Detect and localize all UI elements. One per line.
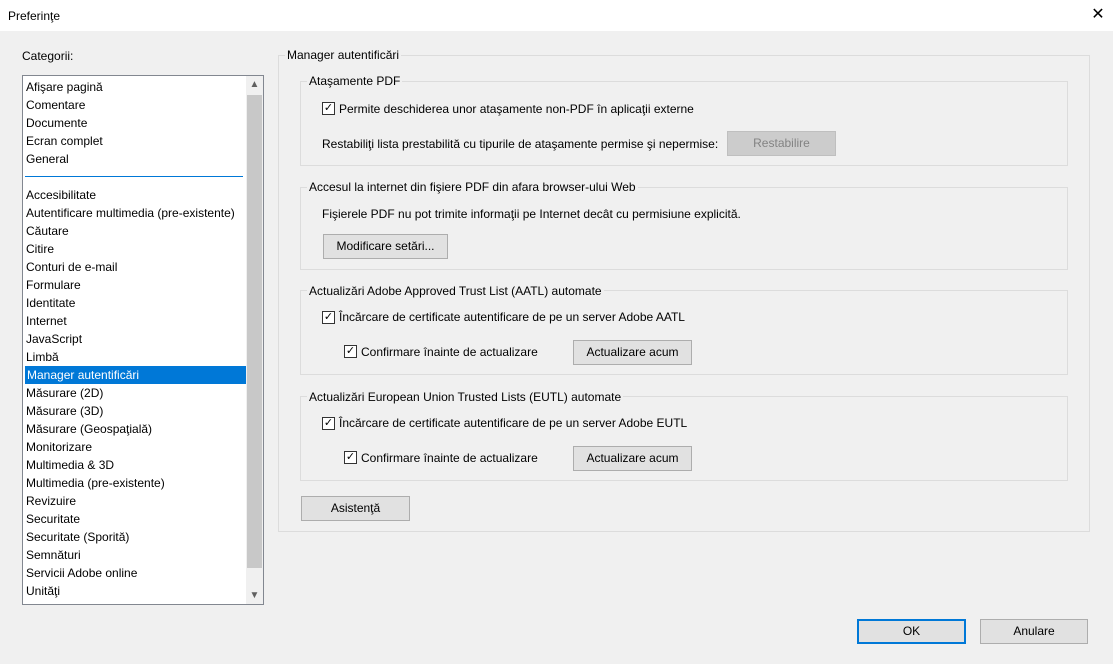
checkmark-icon: ✓ bbox=[323, 311, 334, 323]
ok-button[interactable]: OK bbox=[857, 619, 966, 644]
category-item[interactable]: General bbox=[26, 150, 69, 168]
category-item[interactable]: Accesibilitate bbox=[26, 186, 96, 204]
modify-settings-button[interactable]: Modificare setări... bbox=[323, 234, 448, 259]
attachments-group bbox=[300, 81, 1068, 166]
category-item[interactable]: Internet bbox=[26, 312, 67, 330]
category-item[interactable]: Formulare bbox=[26, 276, 81, 294]
title-bar bbox=[0, 0, 1113, 31]
aatl-title: Actualizări Adobe Approved Trust List (A… bbox=[307, 284, 604, 298]
category-item[interactable]: Conturi de e-mail bbox=[26, 258, 117, 276]
attachments-title: Ataşamente PDF bbox=[307, 74, 403, 88]
category-item[interactable]: Securitate (Sporită) bbox=[26, 528, 129, 546]
category-item[interactable]: JavaScript bbox=[26, 330, 82, 348]
restore-text: Restabiliţi lista prestabilită cu tipuri… bbox=[322, 137, 719, 151]
aatl-confirm-label: Confirmare înainte de actualizare bbox=[361, 345, 538, 359]
category-item[interactable]: Documente bbox=[26, 114, 87, 132]
category-item[interactable]: Citire bbox=[26, 240, 54, 258]
checkmark-icon: ✓ bbox=[345, 451, 356, 463]
category-item[interactable]: Ecran complet bbox=[26, 132, 103, 150]
list-separator bbox=[25, 176, 243, 177]
eutl-title: Actualizări European Union Trusted Lists… bbox=[307, 390, 624, 404]
internet-access-title: Accesul la internet din fişiere PDF din … bbox=[307, 180, 638, 194]
chevron-down-icon[interactable]: ▼ bbox=[246, 587, 263, 604]
category-item[interactable]: Măsurare (2D) bbox=[26, 384, 103, 402]
aatl-load-label: Încărcare de certificate autentificare d… bbox=[339, 310, 685, 324]
panel-title: Manager autentificări bbox=[285, 48, 402, 62]
checkmark-icon: ✓ bbox=[345, 345, 356, 357]
category-item[interactable]: Căutare bbox=[26, 222, 69, 240]
internet-access-text: Fişierele PDF nu pot trimite informaţii … bbox=[322, 207, 741, 221]
aatl-update-button[interactable]: Actualizare acum bbox=[573, 340, 692, 365]
cancel-button[interactable]: Anulare bbox=[980, 619, 1088, 644]
category-item[interactable]: Limbă bbox=[26, 348, 59, 366]
restore-button[interactable]: Restabilire bbox=[727, 131, 836, 156]
category-item[interactable]: Servicii Adobe online bbox=[26, 564, 137, 582]
scrollbar-thumb[interactable] bbox=[247, 95, 262, 568]
aatl-load-checkbox[interactable]: ✓ bbox=[322, 311, 335, 324]
allow-attachments-label: Permite deschiderea unor ataşamente non-… bbox=[339, 102, 694, 116]
category-item[interactable]: Comentare bbox=[26, 96, 85, 114]
eutl-load-label: Încărcare de certificate autentificare d… bbox=[339, 416, 688, 430]
category-item[interactable]: Securitate bbox=[26, 510, 80, 528]
category-item[interactable]: Revizuire bbox=[26, 492, 76, 510]
window-title: Preferinţe bbox=[8, 9, 61, 23]
category-item[interactable]: Multimedia & 3D bbox=[26, 456, 114, 474]
categories-listbox[interactable]: Afişare pagină Comentare Documente Ecran co… bbox=[22, 75, 264, 605]
eutl-confirm-checkbox[interactable]: ✓ bbox=[344, 451, 357, 464]
eutl-confirm-label: Confirmare înainte de actualizare bbox=[361, 451, 538, 465]
category-item[interactable]: Măsurare (3D) bbox=[26, 402, 103, 420]
category-item[interactable]: Autentificare multimedia (pre-existente) bbox=[26, 204, 235, 222]
checkmark-icon: ✓ bbox=[323, 417, 334, 429]
help-button[interactable]: Asistenţă bbox=[301, 496, 410, 521]
checkmark-icon: ✓ bbox=[323, 102, 334, 114]
category-item[interactable]: Afişare pagină bbox=[26, 78, 103, 96]
list-scrollbar[interactable]: ▲ ▼ bbox=[246, 76, 263, 604]
category-item[interactable]: Monitorizare bbox=[26, 438, 92, 456]
category-item[interactable]: Măsurare (Geospaţială) bbox=[26, 420, 152, 438]
eutl-update-button[interactable]: Actualizare acum bbox=[573, 446, 692, 471]
categories-label: Categorii: bbox=[22, 49, 74, 63]
category-item[interactable]: Identitate bbox=[26, 294, 75, 312]
category-item[interactable]: Unităţi bbox=[26, 582, 60, 600]
category-item[interactable]: Verificare ortografică bbox=[26, 600, 136, 604]
category-item-selected[interactable]: Manager autentificări bbox=[25, 366, 249, 384]
close-icon[interactable]: ✕ bbox=[1088, 4, 1108, 26]
category-item[interactable]: Multimedia (pre-existente) bbox=[26, 474, 165, 492]
chevron-up-icon[interactable]: ▲ bbox=[246, 76, 263, 93]
eutl-load-checkbox[interactable]: ✓ bbox=[322, 417, 335, 430]
allow-attachments-checkbox[interactable]: ✓ bbox=[322, 102, 335, 115]
category-item[interactable]: Semnături bbox=[26, 546, 81, 564]
aatl-confirm-checkbox[interactable]: ✓ bbox=[344, 345, 357, 358]
